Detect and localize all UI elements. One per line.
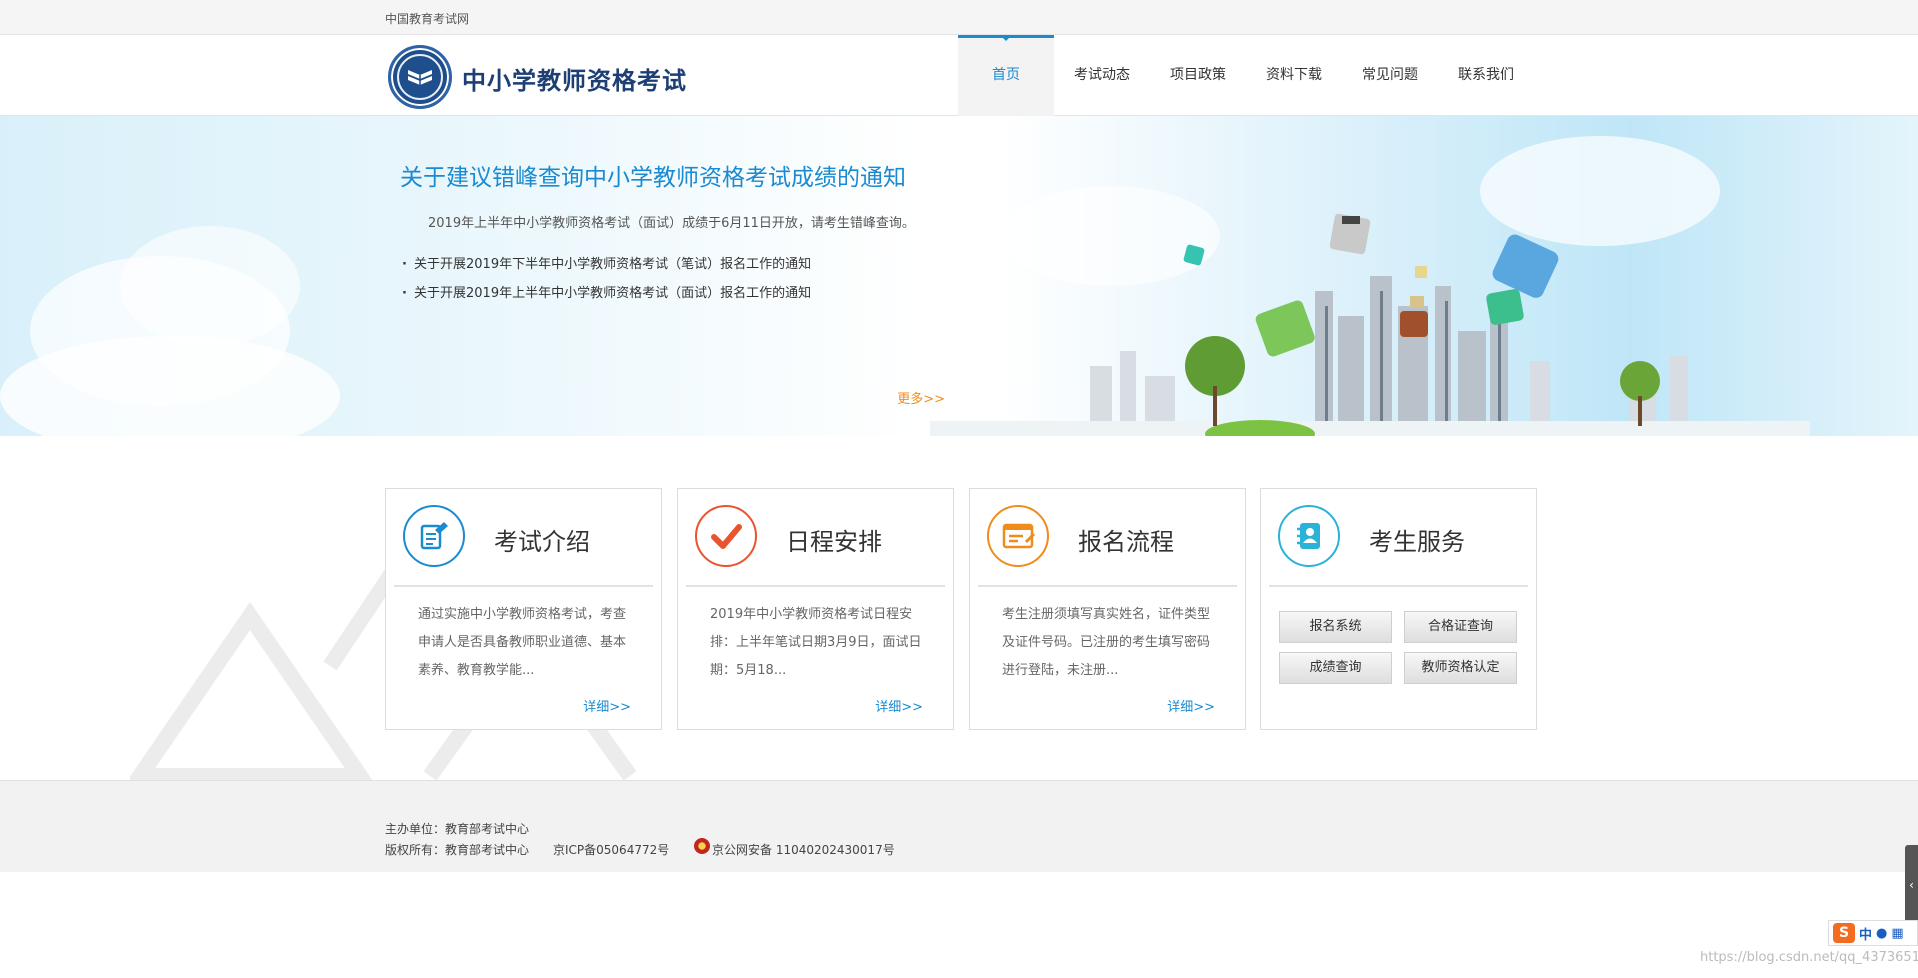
ime-language-toggle[interactable]: 中 bbox=[1859, 924, 1872, 943]
checkmark-icon bbox=[695, 505, 757, 567]
headline-link[interactable]: 关于建议错峰查询中小学教师资格考试成绩的通知 bbox=[400, 158, 945, 192]
nav-contact[interactable]: 联系我们 bbox=[1438, 35, 1534, 116]
card-description: 考生注册须填写真实姓名，证件类型及证件号码。已注册的考生填写密码进行登陆，未注册… bbox=[1002, 607, 1211, 678]
news-link[interactable]: 关于开展2019年下半年中小学教师资格考试（笔试）报名工作的通知 bbox=[400, 250, 945, 279]
card-description: 2019年中小学教师资格考试日程安排：上半年笔试日期3月9日，面试日期：5月18… bbox=[710, 607, 922, 678]
card-title[interactable]: 考试介绍 bbox=[494, 522, 590, 557]
news-list: 关于开展2019年下半年中小学教师资格考试（笔试）报名工作的通知 关于开展201… bbox=[400, 250, 945, 308]
certificate-query-button[interactable]: 合格证查询 bbox=[1404, 611, 1517, 643]
card-title[interactable]: 考生服务 bbox=[1369, 522, 1465, 557]
form-window-icon bbox=[987, 505, 1049, 567]
site-name-link[interactable]: 中国教育考试网 bbox=[385, 10, 469, 27]
card-title[interactable]: 报名流程 bbox=[1078, 522, 1174, 557]
top-bar: 中国教育考试网 bbox=[0, 0, 1918, 35]
police-badge-icon bbox=[694, 838, 710, 854]
keyboard-icon[interactable]: ▦ bbox=[1891, 926, 1903, 941]
detail-link[interactable]: 详细>> bbox=[1167, 696, 1215, 715]
sogou-logo-icon: S bbox=[1833, 923, 1855, 943]
detail-link[interactable]: 详细>> bbox=[875, 696, 923, 715]
main-section: 考试介绍 通过实施中小学教师资格考试，考查申请人是否具备教师职业道德、基本素养、… bbox=[0, 436, 1918, 784]
logo-emblem-icon[interactable] bbox=[388, 45, 452, 109]
nav-faq[interactable]: 常见问题 bbox=[1342, 35, 1438, 116]
card-schedule: 日程安排 2019年中小学教师资格考试日程安排：上半年笔试日期3月9日，面试日期… bbox=[677, 488, 954, 730]
police-record-link[interactable]: 京公网安备 11040202430017号 bbox=[712, 841, 895, 858]
organizer-text: 主办单位：教育部考试中心 bbox=[385, 822, 530, 836]
nav-home[interactable]: 首页 bbox=[958, 35, 1054, 116]
side-collapse-handle[interactable]: ‹ bbox=[1905, 845, 1918, 925]
main-nav: 首页 考试动态 项目政策 资料下载 常见问题 联系我们 bbox=[958, 35, 1534, 116]
city-skyline-illustration bbox=[930, 213, 1810, 436]
headline-summary: 2019年上半年中小学教师资格考试（面试）成绩于6月11日开放，请考生错峰查询。 bbox=[428, 216, 915, 231]
teacher-qualification-button[interactable]: 教师资格认定 bbox=[1404, 652, 1517, 684]
header: 中小学教师资格考试 首页 考试动态 项目政策 资料下载 常见问题 联系我们 bbox=[0, 35, 1918, 116]
nav-exam-news[interactable]: 考试动态 bbox=[1054, 35, 1150, 116]
news-panel: 关于建议错峰查询中小学教师资格考试成绩的通知 2019年上半年中小学教师资格考试… bbox=[400, 158, 945, 407]
copyright-text: 版权所有：教育部考试中心 bbox=[385, 843, 530, 857]
footer: 主办单位：教育部考试中心 版权所有：教育部考试中心 京ICP备05064772号… bbox=[0, 780, 1918, 872]
news-link[interactable]: 关于开展2019年上半年中小学教师资格考试（面试）报名工作的通知 bbox=[400, 279, 945, 308]
detail-link[interactable]: 详细>> bbox=[583, 696, 631, 715]
card-exam-intro: 考试介绍 通过实施中小学教师资格考试，考查申请人是否具备教师职业道德、基本素养、… bbox=[385, 488, 662, 730]
icp-link[interactable]: 京ICP备05064772号 bbox=[553, 841, 669, 858]
registration-system-button[interactable]: 报名系统 bbox=[1279, 611, 1392, 643]
microphone-icon[interactable]: ● bbox=[1876, 926, 1887, 941]
document-edit-icon bbox=[403, 505, 465, 567]
nav-downloads[interactable]: 资料下载 bbox=[1246, 35, 1342, 116]
card-candidate-services: 考生服务 报名系统 合格证查询 成绩查询 教师资格认定 bbox=[1260, 488, 1537, 730]
brand-title[interactable]: 中小学教师资格考试 bbox=[462, 61, 687, 96]
watermark-text: https://blog.csdn.net/qq_43736514 bbox=[1700, 950, 1918, 965]
card-title[interactable]: 日程安排 bbox=[786, 522, 882, 557]
ime-toolbar[interactable]: S 中 ● ▦ bbox=[1828, 920, 1918, 946]
more-news-link[interactable]: 更多>> bbox=[897, 388, 945, 407]
hero-banner: 关于建议错峰查询中小学教师资格考试成绩的通知 2019年上半年中小学教师资格考试… bbox=[0, 116, 1918, 436]
card-description: 通过实施中小学教师资格考试，考查申请人是否具备教师职业道德、基本素养、教育教学能… bbox=[418, 607, 627, 678]
score-query-button[interactable]: 成绩查询 bbox=[1279, 652, 1392, 684]
nav-policy[interactable]: 项目政策 bbox=[1150, 35, 1246, 116]
card-registration-process: 报名流程 考生注册须填写真实姓名，证件类型及证件号码。已注册的考生填写密码进行登… bbox=[969, 488, 1246, 730]
contact-book-icon bbox=[1278, 505, 1340, 567]
